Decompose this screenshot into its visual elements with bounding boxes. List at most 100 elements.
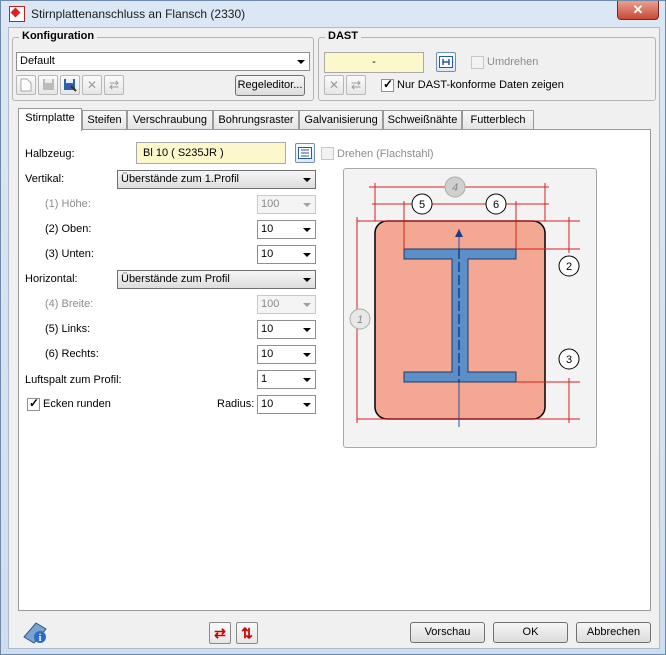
halbzeug-label: Halbzeug: [25, 148, 75, 160]
tab-bohrungsraster[interactable]: Bohrungsraster [213, 110, 299, 130]
vertikal-select[interactable]: Überstände zum 1.Profil [117, 170, 316, 189]
oben-value: 10 [261, 223, 274, 235]
chevron-down-icon [299, 246, 315, 263]
unten-value: 10 [261, 248, 274, 260]
hoehe-select[interactable]: 100 [257, 195, 316, 214]
unten-select[interactable]: 10 [257, 245, 316, 264]
ecken-runden-label: Ecken runden [43, 398, 111, 410]
stirnplatte-diagram: 4 5 6 1 2 3 [343, 168, 597, 448]
horizontal-select[interactable]: Überstände zum Profil [117, 270, 316, 289]
close-button[interactable]: ✕ [617, 1, 659, 20]
halbzeug-value: Bl 10 ( S235JR ) [143, 147, 224, 159]
dast-title: DAST [325, 30, 361, 42]
dast-refresh-icon[interactable]: ⇄ [346, 75, 366, 95]
tab-galvanisierung[interactable]: Galvanisierung [299, 110, 383, 130]
chevron-down-icon [299, 271, 315, 288]
halbzeug-catalog-icon[interactable] [295, 143, 315, 163]
callout-5: 5 [411, 193, 433, 215]
swap-horizontal-icon[interactable]: ⇄ [209, 622, 231, 644]
svg-text:1: 1 [357, 314, 363, 326]
chevron-down-icon [299, 346, 315, 363]
stirnplatte-panel: Halbzeug: Bl 10 ( S235JR ) Drehen (Flach… [18, 129, 651, 611]
chevron-down-icon [299, 396, 315, 413]
callout-1: 1 [349, 308, 371, 330]
oben-label: (2) Oben: [45, 223, 92, 235]
chevron-down-icon [299, 196, 315, 213]
dialog-client: Konfiguration Default ✕ ⇄ Regeleditor...… [8, 27, 660, 649]
konfiguration-select[interactable]: Default [16, 52, 310, 71]
window-title: Stirnplattenanschluss an Flansch (2330) [31, 7, 246, 21]
dast-delete-icon[interactable]: ✕ [324, 75, 344, 95]
svg-text:6: 6 [493, 199, 499, 211]
dialog-window: Stirnplattenanschluss an Flansch (2330) … [0, 0, 666, 655]
chevron-down-icon [299, 171, 315, 188]
abbrechen-button[interactable]: Abbrechen [576, 622, 651, 643]
drehen-checkbox[interactable] [321, 147, 334, 160]
vertikal-value: Überstände zum 1.Profil [121, 173, 239, 185]
hoehe-value: 100 [261, 198, 280, 210]
ecken-runden-checkbox[interactable] [27, 396, 40, 411]
horizontal-label: Horizontal: [25, 273, 78, 285]
chevron-down-icon [299, 296, 315, 313]
konfiguration-value: Default [20, 55, 55, 67]
svg-text:5: 5 [419, 199, 425, 211]
hoehe-label: (1) Höhe: [45, 198, 91, 210]
info-icon[interactable]: i [21, 617, 49, 645]
breite-label: (4) Breite: [45, 298, 94, 310]
svg-text:2: 2 [566, 261, 572, 273]
tab-schweissnaehte[interactable]: Schweißnähte [383, 110, 462, 130]
svg-text:4: 4 [452, 182, 458, 194]
tab-steifen[interactable]: Steifen [82, 110, 127, 130]
callout-2: 2 [558, 255, 580, 277]
dast-value: - [372, 56, 376, 68]
save-as-icon[interactable] [60, 75, 80, 95]
new-icon[interactable] [16, 75, 36, 95]
nur-dast-checkbox[interactable] [381, 77, 394, 92]
chevron-down-icon [299, 371, 315, 388]
links-select[interactable]: 10 [257, 320, 316, 339]
save-icon[interactable] [38, 75, 58, 95]
rechts-value: 10 [261, 348, 274, 360]
tab-stirnplatte[interactable]: Stirnplatte [18, 108, 82, 131]
callout-3: 3 [558, 348, 580, 370]
luftspalt-select[interactable]: 1 [257, 370, 316, 389]
unten-label: (3) Unten: [45, 248, 94, 260]
konfiguration-group: Konfiguration Default ✕ ⇄ Regeleditor... [12, 30, 314, 101]
luftspalt-label: Luftspalt zum Profil: [25, 374, 122, 386]
chevron-down-icon [293, 53, 309, 70]
luftspalt-value: 1 [261, 373, 268, 385]
horizontal-value: Überstände zum Profil [121, 273, 230, 285]
tab-futterblech[interactable]: Futterblech [462, 110, 534, 130]
nur-dast-label: Nur DAST-konforme Daten zeigen [397, 79, 564, 91]
radius-value: 10 [261, 398, 274, 410]
dast-value-field[interactable]: - [324, 52, 424, 73]
umdrehen-label: Umdrehen [487, 56, 539, 68]
chevron-down-icon [299, 321, 315, 338]
radius-label: Radius: [217, 398, 255, 410]
refresh-icon[interactable]: ⇄ [104, 75, 124, 95]
links-value: 10 [261, 323, 274, 335]
regeleditor-button[interactable]: Regeleditor... [235, 75, 305, 96]
breite-value: 100 [261, 298, 280, 310]
links-label: (5) Links: [45, 323, 91, 335]
radius-select[interactable]: 10 [257, 395, 316, 414]
delete-icon[interactable]: ✕ [82, 75, 102, 95]
callout-6: 6 [485, 193, 507, 215]
svg-text:i: i [39, 633, 42, 644]
chevron-down-icon [299, 221, 315, 238]
callout-4: 4 [444, 176, 466, 198]
umdrehen-checkbox[interactable] [471, 56, 484, 69]
oben-select[interactable]: 10 [257, 220, 316, 239]
vorschau-button[interactable]: Vorschau [410, 622, 485, 643]
svg-text:3: 3 [566, 354, 572, 366]
dast-group: DAST - Umdrehen ✕ ⇄ Nur DAST-konforme Da… [318, 30, 656, 101]
halbzeug-field[interactable]: Bl 10 ( S235JR ) [136, 142, 286, 164]
rechts-select[interactable]: 10 [257, 345, 316, 364]
rechts-label: (6) Rechts: [45, 348, 99, 360]
vertikal-label: Vertikal: [25, 173, 65, 185]
tab-verschraubung[interactable]: Verschraubung [127, 110, 213, 130]
breite-select[interactable]: 100 [257, 295, 316, 314]
dast-catalog-icon[interactable] [436, 52, 456, 72]
ok-button[interactable]: OK [493, 622, 568, 643]
swap-vertical-icon[interactable]: ⇅ [236, 622, 258, 644]
